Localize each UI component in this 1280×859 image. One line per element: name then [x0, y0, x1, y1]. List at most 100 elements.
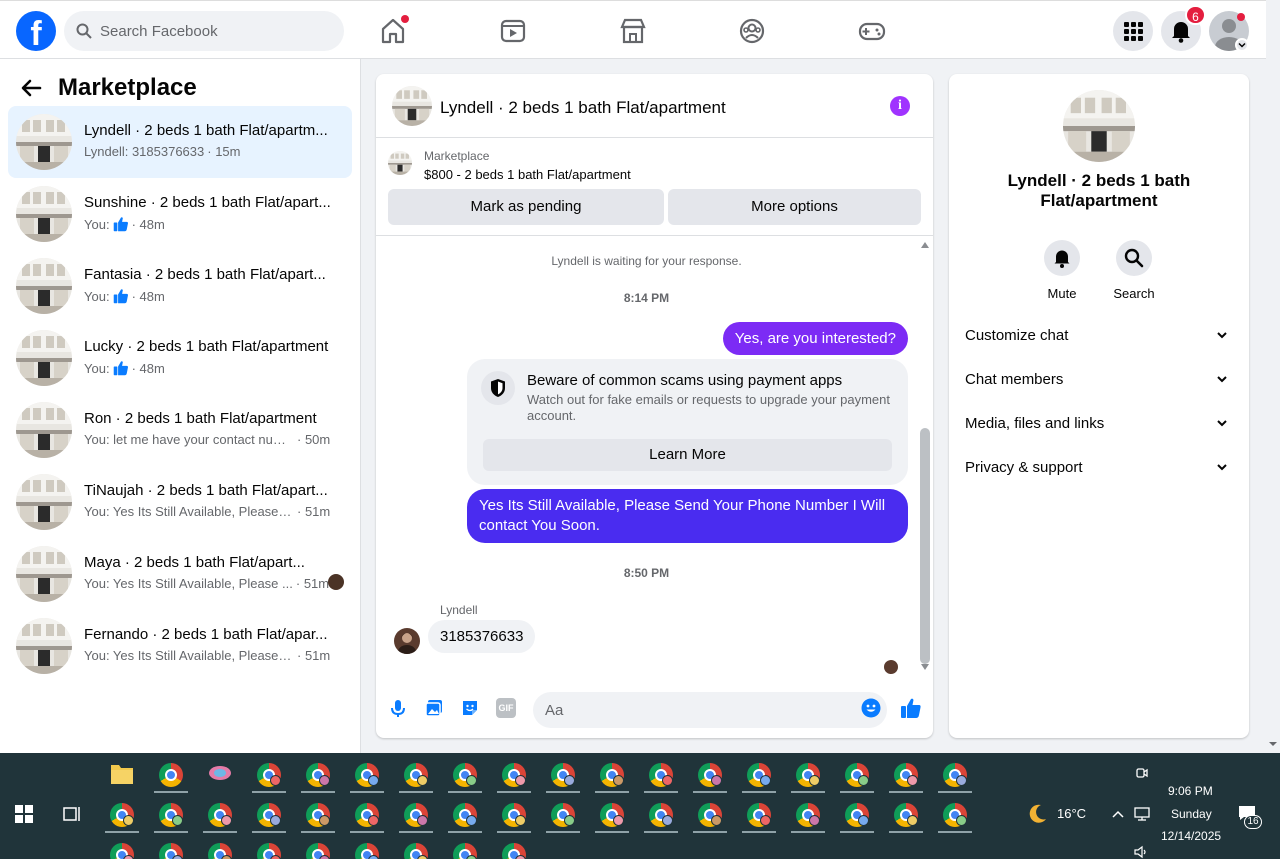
app-icon[interactable] — [199, 755, 241, 793]
weather-temperature[interactable]: 16°C — [1057, 806, 1086, 821]
chrome-icon[interactable] — [493, 755, 535, 793]
windows-start-icon[interactable] — [15, 805, 33, 823]
chrome-icon[interactable] — [836, 795, 878, 833]
account-chevron[interactable] — [1235, 38, 1249, 52]
marketplace-icon[interactable] — [618, 16, 648, 46]
chrome-icon[interactable] — [738, 795, 780, 833]
menu-button[interactable] — [1113, 11, 1153, 51]
chrome-icon[interactable] — [444, 795, 486, 833]
groups-icon[interactable] — [737, 16, 767, 46]
back-arrow-icon[interactable] — [20, 77, 42, 99]
chrome-icon[interactable] — [444, 755, 486, 793]
more-options-button[interactable]: More options — [668, 189, 921, 225]
conversation-item[interactable]: Lucky · 2 beds 1 bath Flat/apartment You:… — [8, 322, 352, 394]
thread-scrollbar[interactable] — [917, 238, 933, 672]
outgoing-message[interactable]: Yes, are you interested? — [722, 322, 908, 355]
search-input[interactable] — [100, 11, 330, 51]
listing-price[interactable]: $800 - 2 beds 1 bath Flat/apartment — [424, 167, 631, 182]
conversation-item[interactable]: Fernando · 2 beds 1 bath Flat/apar... You… — [8, 610, 352, 682]
conversation-item[interactable]: Ron · 2 beds 1 bath Flat/apartment You: l… — [8, 394, 352, 466]
mark-as-pending-button[interactable]: Mark as pending — [388, 189, 664, 225]
mute-action[interactable]: Mute — [1032, 240, 1092, 301]
chrome-icon[interactable] — [101, 795, 143, 833]
microphone-icon[interactable] — [388, 698, 408, 718]
chrome-icon[interactable] — [150, 835, 192, 859]
listing-small-thumbnail[interactable] — [388, 151, 412, 175]
chrome-icon[interactable] — [787, 755, 829, 793]
chrome-icon[interactable] — [836, 755, 878, 793]
conversation-item[interactable]: TiNaujah · 2 beds 1 bath Flat/apart... Yo… — [8, 466, 352, 538]
conversation-item[interactable]: Maya · 2 beds 1 bath Flat/apart... You: Y… — [8, 538, 352, 610]
conversation-item[interactable]: Lyndell · 2 beds 1 bath Flat/apartm... Ly… — [8, 106, 352, 178]
chrome-icon[interactable] — [640, 755, 682, 793]
search-button[interactable] — [1116, 240, 1152, 276]
page-scrollbar[interactable] — [1266, 0, 1280, 753]
clock-day[interactable]: Sunday — [1171, 807, 1212, 821]
chrome-icon[interactable] — [787, 795, 829, 833]
chrome-icon[interactable] — [248, 835, 290, 859]
outgoing-message[interactable]: Yes Its Still Available, Please Send You… — [467, 489, 908, 543]
chrome-icon[interactable] — [542, 795, 584, 833]
mute-button[interactable] — [1044, 240, 1080, 276]
network-icon[interactable] — [1133, 806, 1151, 822]
chrome-icon[interactable] — [885, 795, 927, 833]
message-input[interactable] — [533, 692, 887, 728]
conversation-item[interactable]: Fantasia · 2 beds 1 bath Flat/apart... Yo… — [8, 250, 352, 322]
chrome-icon[interactable] — [297, 835, 339, 859]
facebook-logo[interactable]: f — [16, 11, 56, 51]
details-section[interactable]: Customize chat — [957, 314, 1241, 358]
emoji-icon[interactable] — [861, 698, 881, 718]
listing-thumbnail[interactable] — [392, 86, 432, 126]
chrome-icon[interactable] — [346, 835, 388, 859]
chrome-icon[interactable] — [934, 755, 976, 793]
chrome-icon[interactable] — [199, 835, 241, 859]
chrome-icon[interactable] — [885, 755, 927, 793]
conversation-item[interactable]: Sunshine · 2 beds 1 bath Flat/apart... Yo… — [8, 178, 352, 250]
chrome-icon[interactable] — [150, 755, 192, 793]
chrome-icon[interactable] — [297, 795, 339, 833]
chrome-icon[interactable] — [444, 835, 486, 859]
photo-icon[interactable] — [424, 698, 444, 718]
scroll-down-arrow-icon[interactable] — [921, 664, 929, 670]
chrome-icon[interactable] — [395, 835, 437, 859]
clock-time[interactable]: 9:06 PM — [1168, 784, 1213, 798]
file-explorer-icon[interactable] — [101, 755, 143, 793]
chevron-up-icon[interactable] — [1111, 809, 1125, 819]
details-section[interactable]: Media, files and links — [957, 402, 1241, 446]
clock-date[interactable]: 12/14/2025 — [1161, 829, 1221, 843]
chrome-icon[interactable] — [101, 835, 143, 859]
chrome-icon[interactable] — [346, 795, 388, 833]
thumbs-up-icon[interactable] — [900, 697, 922, 719]
video-icon[interactable] — [498, 16, 528, 46]
search-action[interactable]: Search — [1104, 240, 1164, 301]
details-section[interactable]: Privacy & support — [957, 446, 1241, 490]
volume-icon[interactable] — [1133, 845, 1149, 859]
chrome-icon[interactable] — [640, 795, 682, 833]
chrome-icon[interactable] — [591, 755, 633, 793]
scroll-down-arrow-icon[interactable] — [1266, 738, 1280, 750]
chrome-icon[interactable] — [934, 795, 976, 833]
info-icon[interactable]: i — [890, 96, 910, 116]
incoming-message[interactable]: 3185376633 — [428, 620, 536, 653]
chrome-icon[interactable] — [395, 755, 437, 793]
chrome-icon[interactable] — [199, 795, 241, 833]
scroll-thumb[interactable] — [920, 428, 930, 664]
chrome-icon[interactable] — [248, 755, 290, 793]
chrome-icon[interactable] — [150, 795, 192, 833]
sticker-icon[interactable] — [460, 698, 480, 718]
details-section[interactable]: Chat members — [957, 358, 1241, 402]
gif-icon[interactable]: GIF — [496, 698, 516, 718]
meet-now-icon[interactable] — [1135, 766, 1149, 780]
scroll-up-arrow-icon[interactable] — [921, 242, 929, 248]
task-view-icon[interactable] — [62, 805, 82, 823]
chrome-icon[interactable] — [395, 795, 437, 833]
chrome-icon[interactable] — [493, 835, 535, 859]
chrome-icon[interactable] — [542, 755, 584, 793]
sender-avatar[interactable] — [394, 628, 420, 654]
chat-title[interactable]: Lyndell · 2 beds 1 bath Flat/apartment — [440, 98, 726, 118]
chrome-icon[interactable] — [248, 795, 290, 833]
gaming-icon[interactable] — [857, 16, 887, 46]
chrome-icon[interactable] — [689, 755, 731, 793]
chrome-icon[interactable] — [297, 755, 339, 793]
learn-more-button[interactable]: Learn More — [483, 439, 892, 471]
